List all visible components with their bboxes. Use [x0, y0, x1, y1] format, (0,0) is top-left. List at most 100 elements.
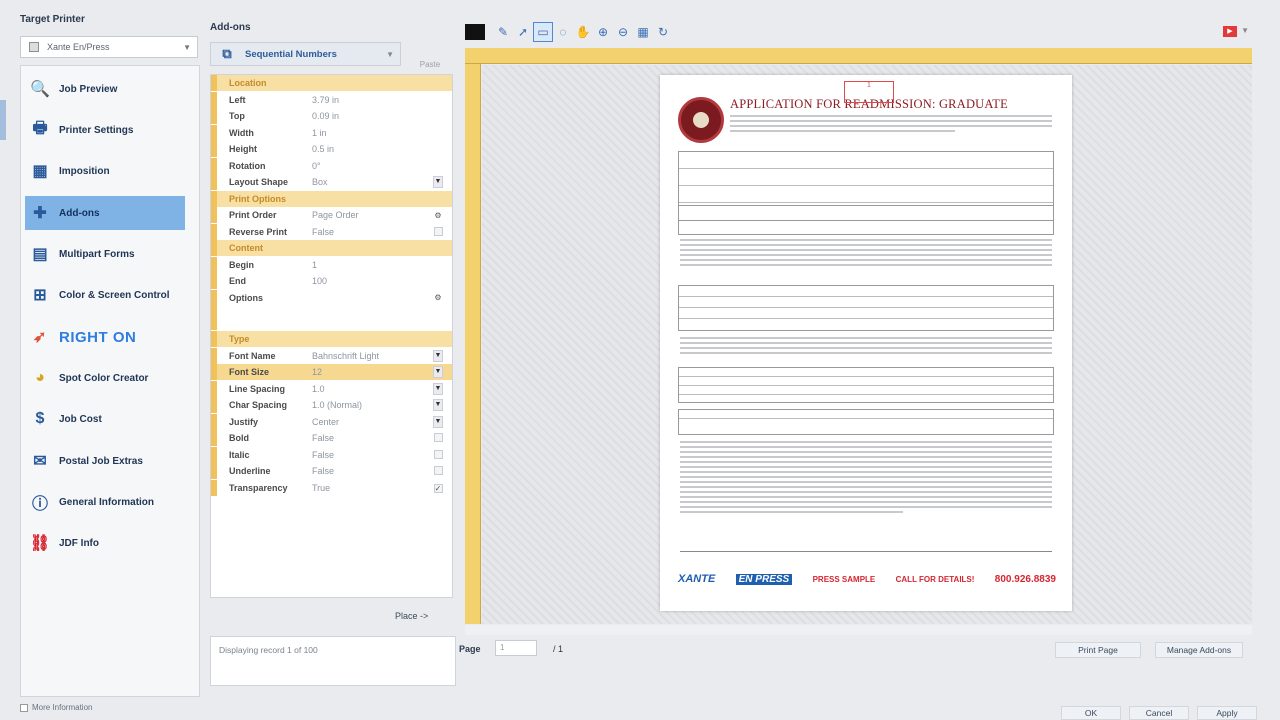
prop-value[interactable]: 0° — [312, 161, 432, 171]
nav-item-right-on[interactable]: ➶ RIGHT ON — [25, 320, 183, 354]
nav-item-multipart-forms[interactable]: ▤ Multipart Forms — [25, 237, 183, 271]
prop-value[interactable]: Bahnschrift Light — [312, 351, 432, 361]
sequential-number-placeholder[interactable]: 1 — [844, 81, 894, 103]
prop-value[interactable]: Center — [312, 417, 432, 427]
section-label: Content — [229, 243, 263, 253]
printer-select[interactable]: Xante En/Press ▼ — [20, 36, 198, 58]
nav-label: JDF Info — [59, 537, 99, 549]
prop-value[interactable]: 1.0 (Normal) — [312, 400, 432, 410]
zoom-in-icon[interactable]: ⊕ — [593, 22, 613, 42]
dropdown-arrow-icon[interactable]: ▼ — [433, 383, 443, 395]
prop-value: True — [312, 483, 331, 493]
chevron-down-icon[interactable]: ▼ — [1241, 26, 1249, 35]
form-text-block-3 — [680, 441, 1052, 516]
place-button[interactable]: Place -> — [395, 611, 428, 621]
checkbox-checked[interactable]: ✓ — [433, 483, 443, 493]
nav-item-postal-job-extras[interactable]: ✉ Postal Job Extras — [25, 444, 183, 478]
zoom-out-icon[interactable]: ⊖ — [613, 22, 633, 42]
prop-value[interactable]: 1 — [312, 260, 432, 270]
document-page[interactable]: APPLICATION FOR READMISSION: GRADUATE 1 — [660, 75, 1072, 611]
prop-underline[interactable]: Underline False — [211, 463, 452, 479]
prop-reverse-print[interactable]: Reverse Print False — [211, 224, 452, 240]
prop-name: Transparency — [229, 483, 288, 493]
checkbox[interactable] — [433, 449, 443, 459]
nav-item-general-information[interactable]: ⓘ General Information — [25, 485, 183, 519]
prop-end[interactable]: End 100 — [211, 273, 452, 289]
footer-phone: 800.926.8839 — [994, 573, 1056, 585]
prop-font-size[interactable]: Font Size 12 ▼ — [211, 364, 452, 380]
prop-value[interactable]: Box — [312, 177, 432, 187]
postal-icon: ✉ — [33, 453, 47, 470]
checkbox[interactable] — [433, 432, 443, 442]
checkbox[interactable] — [433, 226, 443, 236]
page-input[interactable]: 1 — [495, 640, 537, 656]
select-rectangle-icon[interactable]: ▭ — [533, 22, 553, 42]
prop-rotation[interactable]: Rotation 0° — [211, 158, 452, 174]
paste-button[interactable]: Paste — [413, 42, 447, 72]
prop-value[interactable]: 100 — [312, 276, 432, 286]
prop-line-spacing[interactable]: Line Spacing 1.0 ▼ — [211, 381, 452, 397]
prop-bold[interactable]: Bold False — [211, 430, 452, 446]
prop-justify[interactable]: Justify Center ▼ — [211, 414, 452, 430]
prop-name: Height — [229, 144, 257, 154]
form-text-block-2 — [680, 337, 1052, 357]
prop-transparency[interactable]: Transparency True ✓ — [211, 480, 452, 496]
prop-value[interactable]: Page Order — [312, 210, 432, 220]
dropdown-arrow-icon[interactable]: ▼ — [433, 399, 443, 411]
document-footer: XANTE EN PRESS PRESS SAMPLE CALL FOR DET… — [678, 573, 1056, 585]
refresh-icon[interactable]: ↻ — [653, 22, 673, 42]
red-mode-icon[interactable]: ▶ — [1223, 26, 1237, 37]
prop-value[interactable]: 0.5 in — [312, 144, 432, 154]
prop-height[interactable]: Height 0.5 in — [211, 141, 452, 157]
cancel-button[interactable]: Cancel — [1129, 706, 1189, 720]
prop-value[interactable]: 12 — [312, 367, 432, 377]
section-label: Type — [229, 334, 250, 344]
eyedropper-icon[interactable]: ✎ — [493, 22, 513, 42]
more-information-toggle[interactable]: More Information — [20, 703, 92, 712]
checkbox[interactable] — [433, 465, 443, 475]
apply-button[interactable]: Apply — [1197, 706, 1257, 720]
prop-italic[interactable]: Italic False — [211, 447, 452, 463]
prop-layout-shape[interactable]: Layout Shape Box ▼ — [211, 174, 452, 190]
pointer-icon[interactable]: ➚ — [513, 22, 533, 42]
more-info-checkbox[interactable] — [20, 703, 28, 712]
gear-icon[interactable]: ⚙ — [432, 293, 444, 302]
color-swatch-icon[interactable] — [465, 24, 485, 40]
addon-select[interactable]: ⧉ Sequential Numbers ▼ — [210, 42, 401, 66]
nav-item-color-screen-control[interactable]: ⊞ Color & Screen Control — [25, 278, 183, 312]
prop-left[interactable]: Left 3.79 in — [211, 92, 452, 108]
ok-button[interactable]: OK — [1061, 706, 1121, 720]
prop-print-order[interactable]: Print Order Page Order ⚙ — [211, 207, 452, 223]
prop-top[interactable]: Top 0.09 in — [211, 108, 452, 124]
dropdown-arrow-icon[interactable]: ▼ — [433, 416, 443, 428]
dropdown-arrow-icon[interactable]: ▼ — [433, 176, 443, 188]
prop-font-name[interactable]: Font Name Bahnschrift Light ▼ — [211, 348, 452, 364]
nav-item-spot-color-creator[interactable]: ◕ Spot Color Creator — [25, 361, 183, 395]
nav-item-job-cost[interactable]: $ Job Cost — [25, 402, 183, 436]
nav-item-add-ons[interactable]: ✚ Add-ons — [25, 196, 185, 230]
prop-char-spacing[interactable]: Char Spacing 1.0 (Normal) ▼ — [211, 397, 452, 413]
prop-options[interactable]: Options ⚙ — [211, 290, 452, 330]
nav-item-imposition[interactable]: ▦ Imposition — [25, 154, 183, 188]
hand-icon[interactable]: ✋ — [573, 22, 593, 42]
print-page-button[interactable]: Print Page — [1055, 642, 1141, 658]
dropdown-arrow-icon[interactable]: ▼ — [433, 350, 443, 362]
prop-width[interactable]: Width 1 in — [211, 125, 452, 141]
prop-value[interactable]: 1.0 — [312, 384, 432, 394]
nav-item-job-preview[interactable]: 🔍 Job Preview — [25, 72, 183, 106]
horizontal-scrollbar[interactable] — [465, 625, 1252, 635]
color-wheel-icon: ◕ — [35, 369, 45, 386]
preview-toolbar: ✎ ➚ ▭ ◌ ✋ ⊕ ⊖ ▦ ↻ — [465, 22, 673, 42]
grid-toggle-icon[interactable]: ▦ — [633, 22, 653, 42]
nav-item-printer-settings[interactable]: 🖶 Printer Settings — [25, 113, 183, 147]
prop-value[interactable]: 0.09 in — [312, 111, 432, 121]
nav-item-jdf-info[interactable]: ⛓ JDF Info — [25, 526, 183, 560]
prop-begin[interactable]: Begin 1 — [211, 257, 452, 273]
prop-value[interactable]: 3.79 in — [312, 95, 432, 105]
manage-addons-button[interactable]: Manage Add-ons — [1155, 642, 1243, 658]
lasso-icon[interactable]: ◌ — [553, 22, 573, 42]
prop-value[interactable]: 1 in — [312, 128, 432, 138]
dropdown-arrow-icon[interactable]: ▼ — [433, 366, 443, 378]
gear-icon[interactable]: ⚙ — [432, 211, 444, 220]
ruler-horizontal — [465, 48, 1252, 64]
